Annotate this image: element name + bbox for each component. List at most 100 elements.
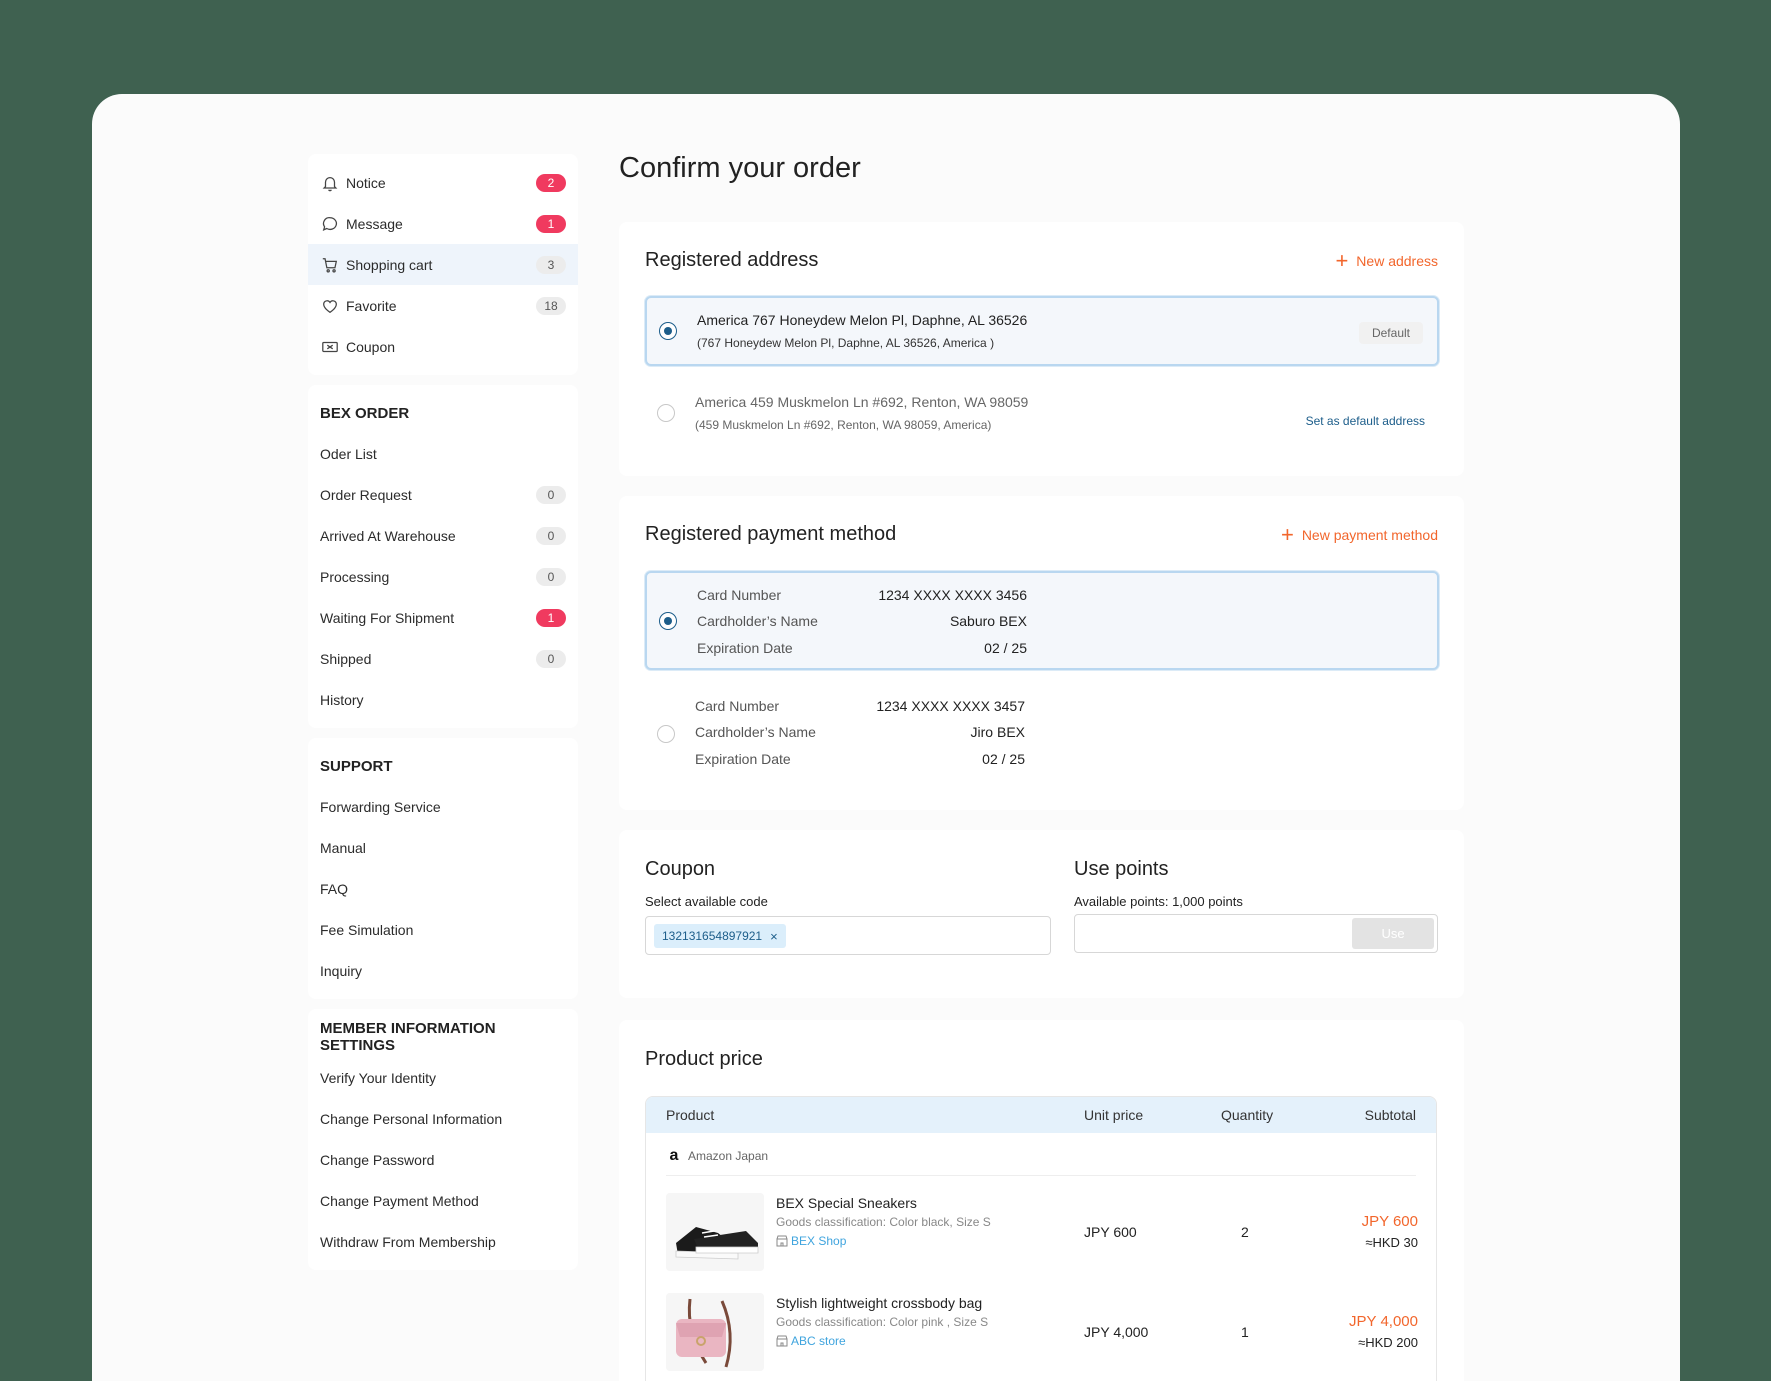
product-price-card: Product price Product Unit price Quantit…: [619, 1020, 1464, 1381]
sidebar-item-order-request[interactable]: Order Request 0: [308, 474, 578, 515]
card-number-row: Card Number 1234 XXXX XXXX 3457: [695, 698, 1025, 714]
store-name: Amazon Japan: [688, 1149, 769, 1163]
points-input[interactable]: Use: [1074, 914, 1438, 953]
payment-radio-selected[interactable]: [659, 612, 677, 630]
sidebar: Notice 2 Message 1 Shopping cart 3 Favor…: [308, 154, 578, 1280]
use-points-button[interactable]: Use: [1352, 918, 1434, 949]
sidebar-item-label: Shopping cart: [346, 256, 433, 273]
plus-icon: +: [1335, 248, 1349, 273]
address-option-2[interactable]: America 459 Muskmelon Ln #692, Renton, W…: [645, 378, 1439, 448]
sneakers-image: [666, 1193, 764, 1271]
payment-card: Registered payment method + New payment …: [619, 496, 1464, 810]
sidebar-item-favorite[interactable]: Favorite 18: [308, 285, 578, 326]
sidebar-item-change-personal-info[interactable]: Change Personal Information: [308, 1098, 578, 1139]
sidebar-item-notice[interactable]: Notice 2: [308, 162, 578, 203]
address-radio-selected[interactable]: [659, 322, 677, 340]
new-address-button[interactable]: + New address: [1335, 250, 1438, 272]
sidebar-item-forwarding-service[interactable]: Forwarding Service: [308, 786, 578, 827]
sidebar-heading-order: BEX ORDER: [320, 404, 410, 422]
points-label-row: Available points: 1,000 points: [1074, 894, 1243, 909]
favorite-count-badge: 18: [536, 297, 566, 315]
sidebar-item-label: Shipped: [320, 650, 372, 667]
cardholder-row: Cardholder’s Name Jiro BEX: [695, 724, 1025, 740]
quantity: 2: [1241, 1224, 1249, 1240]
cardholder-value: Saburo BEX: [949, 613, 1027, 629]
order-count-badge: 0: [536, 650, 566, 668]
close-icon[interactable]: ×: [770, 929, 778, 944]
cart-icon: [320, 255, 340, 275]
shop-link[interactable]: BEX Shop: [776, 1234, 846, 1248]
address-line-1: America 459 Muskmelon Ln #692, Renton, W…: [695, 394, 1029, 410]
amazon-logo-icon: a: [669, 1147, 679, 1164]
new-address-label: New address: [1356, 253, 1438, 269]
sidebar-support-block: SUPPORT Forwarding Service Manual FAQ Fe…: [308, 738, 578, 999]
coupon-select[interactable]: 132131654897921 ×: [645, 916, 1051, 955]
cart-count-badge: 3: [536, 256, 566, 274]
expiration-row: Expiration Date 02 / 25: [697, 640, 1027, 656]
sidebar-item-inquiry[interactable]: Inquiry: [308, 950, 578, 991]
address-line-2: (459 Muskmelon Ln #692, Renton, WA 98059…: [695, 418, 992, 432]
sidebar-item-manual[interactable]: Manual: [308, 827, 578, 868]
subtotal-hkd: ≈HKD 30: [1365, 1235, 1418, 1250]
card-number-label: Card Number: [697, 587, 782, 603]
address-line-1: America 767 Honeydew Melon Pl, Daphne, A…: [697, 312, 1028, 328]
sidebar-item-label: Arrived At Warehouse: [320, 527, 456, 544]
sidebar-member-block: MEMBER INFORMATION SETTINGS Verify Your …: [308, 1009, 578, 1270]
sidebar-item-message[interactable]: Message 1: [308, 203, 578, 244]
address-card: Registered address + New address America…: [619, 222, 1464, 476]
sidebar-item-verify-identity[interactable]: Verify Your Identity: [308, 1057, 578, 1098]
product-name[interactable]: BEX Special Sneakers: [776, 1195, 917, 1211]
product-table: Product Unit price Quantity Subtotal a A…: [645, 1096, 1437, 1381]
sidebar-item-change-password[interactable]: Change Password: [308, 1139, 578, 1180]
address-option-1[interactable]: America 767 Honeydew Melon Pl, Daphne, A…: [645, 296, 1439, 366]
set-default-address-link[interactable]: Set as default address: [1306, 414, 1425, 428]
column-header-product: Product: [666, 1107, 715, 1123]
sidebar-item-waiting-for-shipment[interactable]: Waiting For Shipment 1: [308, 597, 578, 638]
sidebar-item-coupon[interactable]: Coupon: [308, 326, 578, 367]
sidebar-item-change-payment-method[interactable]: Change Payment Method: [308, 1180, 578, 1221]
sidebar-item-faq[interactable]: FAQ: [308, 868, 578, 909]
coupon-label: Select available code: [645, 894, 768, 909]
sidebar-item-history[interactable]: History: [308, 679, 578, 720]
sidebar-item-shipped[interactable]: Shipped 0: [308, 638, 578, 679]
table-row: Stylish lightweight crossbody bag Goods …: [666, 1293, 1418, 1373]
sidebar-item-label: Withdraw From Membership: [320, 1233, 496, 1250]
payment-option-1[interactable]: Card Number 1234 XXXX XXXX 3456 Cardholde…: [645, 571, 1439, 670]
sidebar-item-label: Inquiry: [320, 962, 363, 979]
coupon-chip: 132131654897921 ×: [654, 924, 786, 948]
sidebar-item-label: Forwarding Service: [320, 798, 441, 815]
sidebar-item-arrived-at-warehouse[interactable]: Arrived At Warehouse 0: [308, 515, 578, 556]
product-classification: Goods classification: Color pink , Size …: [776, 1315, 989, 1329]
cardholder-label: Cardholder’s Name: [697, 613, 818, 629]
points-title: Use points: [1074, 858, 1169, 880]
payment-radio[interactable]: [657, 725, 675, 743]
card-number-label: Card Number: [695, 698, 780, 714]
order-count-badge: 0: [536, 527, 566, 545]
subtotal-jpy: JPY 4,000: [1349, 1313, 1418, 1330]
expiration-label: Expiration Date: [697, 640, 793, 656]
sidebar-item-fee-simulation[interactable]: Fee Simulation: [308, 909, 578, 950]
sidebar-item-processing[interactable]: Processing 0: [308, 556, 578, 597]
payment-option-2[interactable]: Card Number 1234 XXXX XXXX 3457 Cardholde…: [645, 684, 1439, 783]
order-count-badge: 0: [536, 568, 566, 586]
product-name[interactable]: Stylish lightweight crossbody bag: [776, 1295, 982, 1311]
cardholder-value: Jiro BEX: [970, 724, 1025, 740]
expiration-value: 02 / 25: [982, 751, 1025, 767]
sidebar-item-label: Coupon: [346, 338, 396, 355]
new-payment-method-button[interactable]: + New payment method: [1281, 524, 1438, 546]
coupon-code: 132131654897921: [662, 929, 763, 943]
quantity: 1: [1241, 1324, 1249, 1340]
sidebar-item-withdraw-membership[interactable]: Withdraw From Membership: [308, 1221, 578, 1262]
address-radio[interactable]: [657, 404, 675, 422]
unit-price: JPY 4,000: [1084, 1324, 1149, 1340]
sidebar-item-order-list[interactable]: Oder List: [308, 433, 578, 474]
product-section-title: Product price: [645, 1048, 763, 1070]
shop-link[interactable]: ABC store: [776, 1334, 846, 1348]
sidebar-item-shopping-cart[interactable]: Shopping cart 3: [308, 244, 578, 285]
order-count-badge: 0: [536, 486, 566, 504]
available-points-label: Available points:: [1074, 894, 1169, 909]
sidebar-item-label: Verify Your Identity: [320, 1069, 436, 1086]
new-payment-label: New payment method: [1301, 527, 1438, 543]
payment-section-title: Registered payment method: [645, 523, 897, 545]
plus-icon: +: [1280, 522, 1294, 547]
